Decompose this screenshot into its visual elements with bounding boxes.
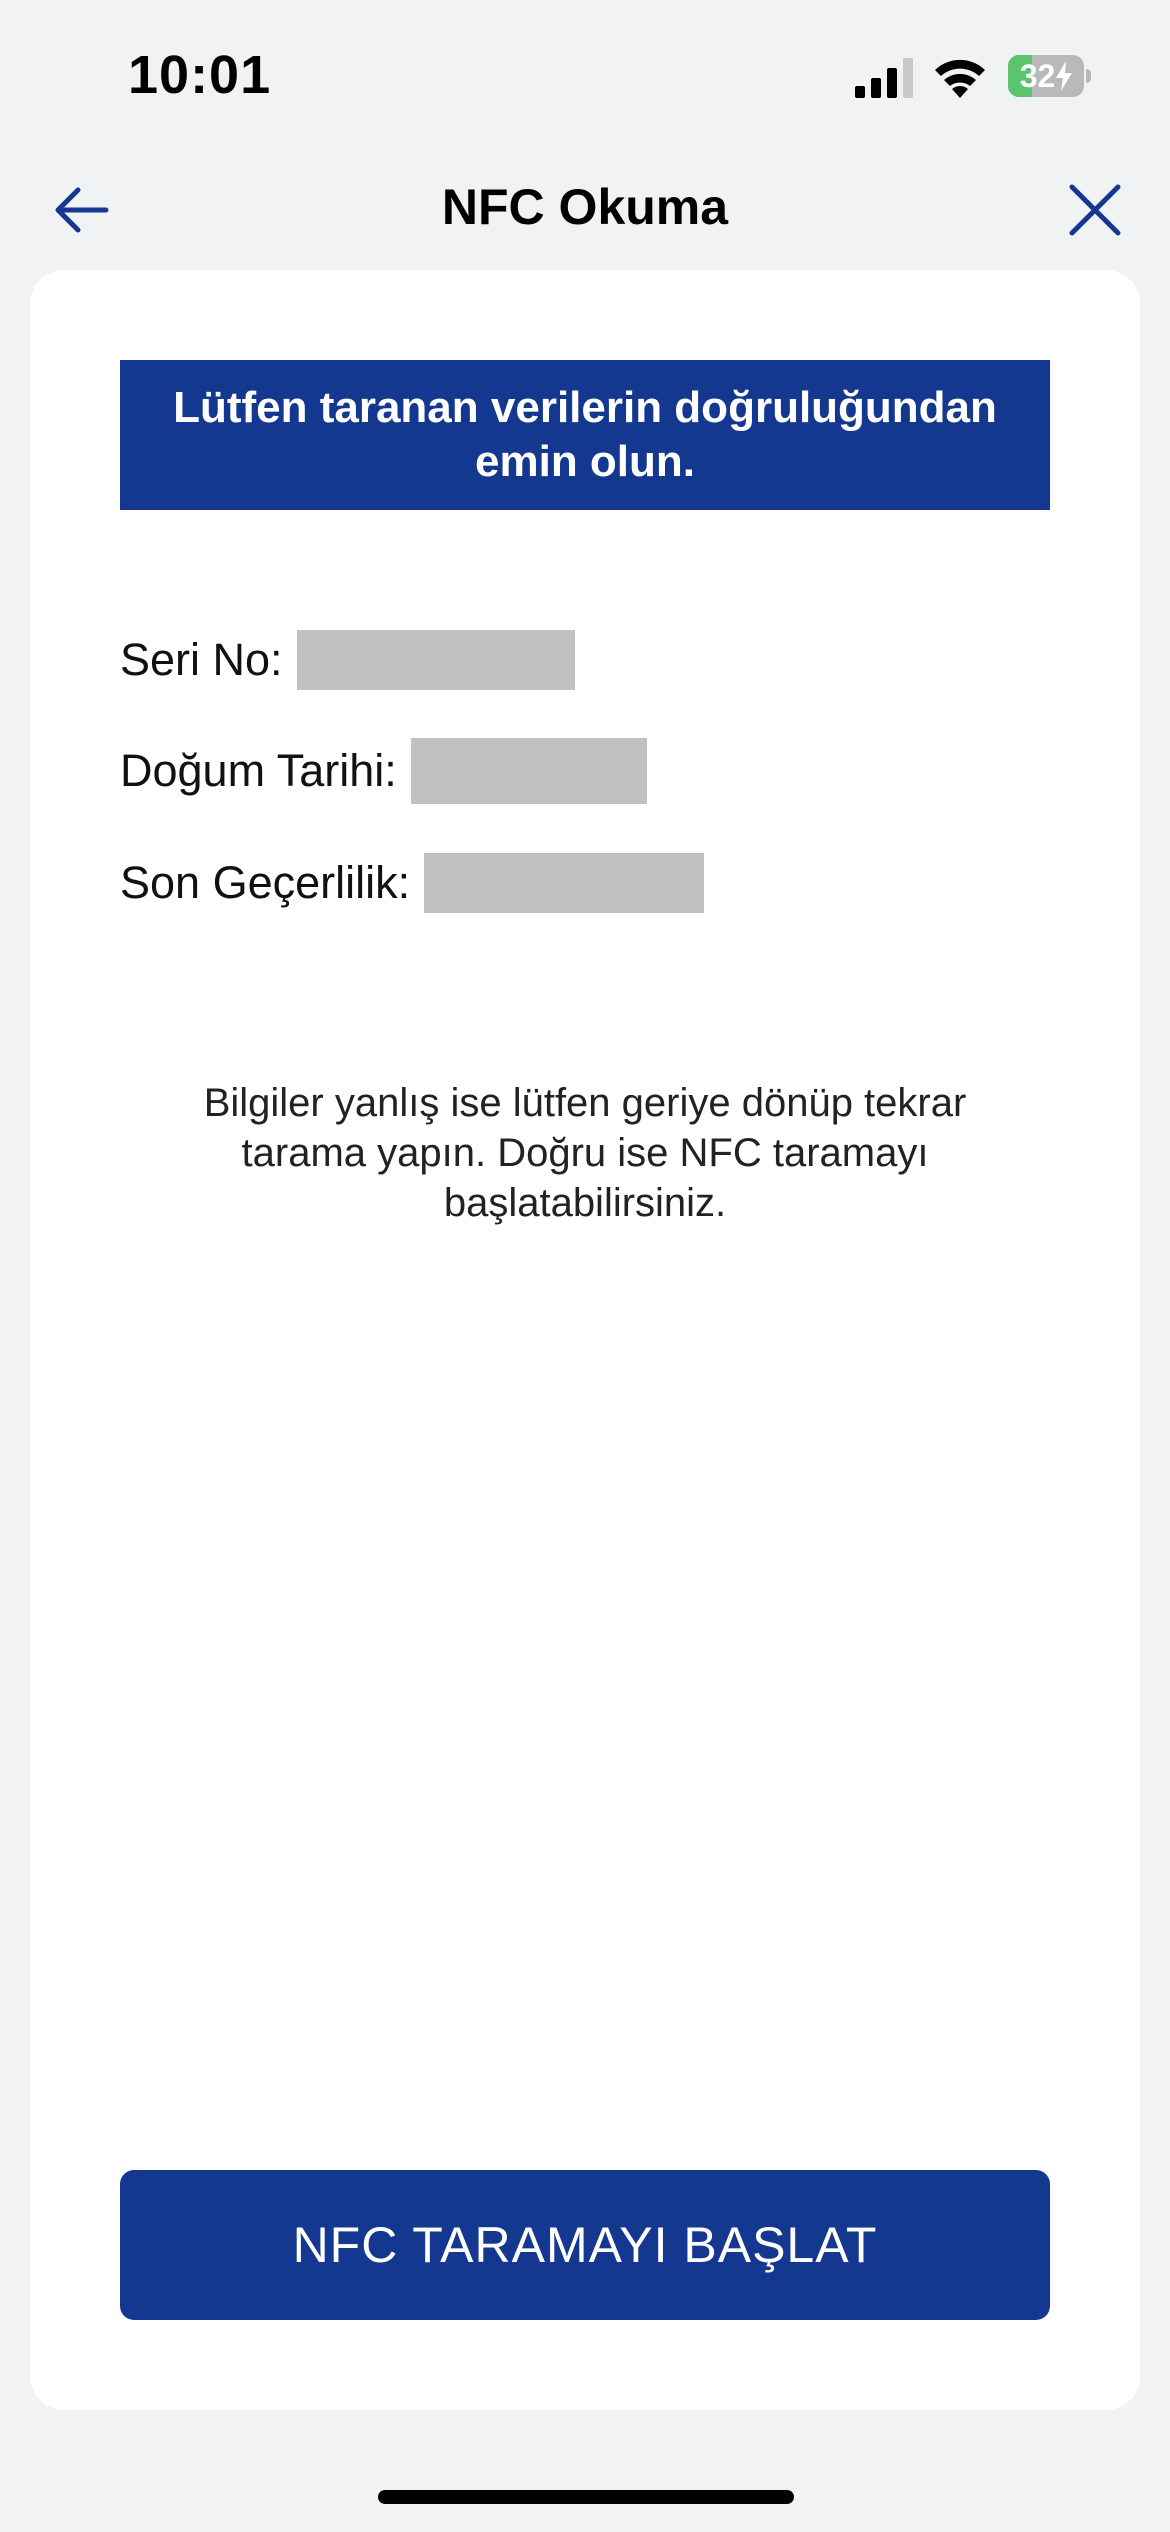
charging-bolt-icon bbox=[1056, 61, 1073, 91]
warning-banner: Lütfen taranan verilerin doğruluğundan e… bbox=[120, 360, 1050, 510]
serial-number-redacted-value bbox=[296, 630, 575, 690]
expiry-date-row: Son Geçerlilik: bbox=[120, 848, 705, 918]
close-icon[interactable] bbox=[1060, 175, 1130, 245]
home-indicator[interactable] bbox=[378, 2490, 794, 2504]
birth-date-redacted-value bbox=[410, 738, 647, 804]
start-nfc-scan-label: NFC TARAMAYI BAŞLAT bbox=[292, 2217, 878, 2273]
instruction-text: Bilgiler yanlış ise lütfen geriye dönüp … bbox=[203, 1081, 967, 1225]
battery-charging-icon: 32 bbox=[1008, 55, 1092, 97]
status-time: 10:01 bbox=[128, 45, 272, 105]
birth-date-label: Doğum Tarihi: bbox=[120, 745, 397, 796]
wifi-icon bbox=[935, 59, 985, 98]
serial-number-row: Seri No: bbox=[120, 625, 575, 695]
status-bar: 10:01 32 bbox=[0, 0, 1170, 150]
content-card: Lütfen taranan verilerin doğruluğundan e… bbox=[30, 270, 1140, 2410]
battery-level: 32 bbox=[1019, 57, 1056, 94]
expiry-date-label: Son Geçerlilik: bbox=[120, 857, 411, 908]
start-nfc-scan-button[interactable]: NFC TARAMAYI BAŞLAT bbox=[120, 2170, 1050, 2320]
warning-banner-text: Lütfen taranan verilerin doğruluğundan e… bbox=[173, 383, 997, 486]
page-title: NFC Okuma bbox=[441, 179, 729, 235]
expiry-date-redacted-value bbox=[424, 853, 705, 913]
serial-number-label: Seri No: bbox=[120, 634, 283, 685]
birth-date-row: Doğum Tarihi: bbox=[120, 736, 647, 806]
cellular-signal-icon bbox=[855, 58, 913, 98]
nfc-reading-screen: 10:01 32 NFC Okuma Lütfen taranan verile… bbox=[0, 0, 1170, 2532]
